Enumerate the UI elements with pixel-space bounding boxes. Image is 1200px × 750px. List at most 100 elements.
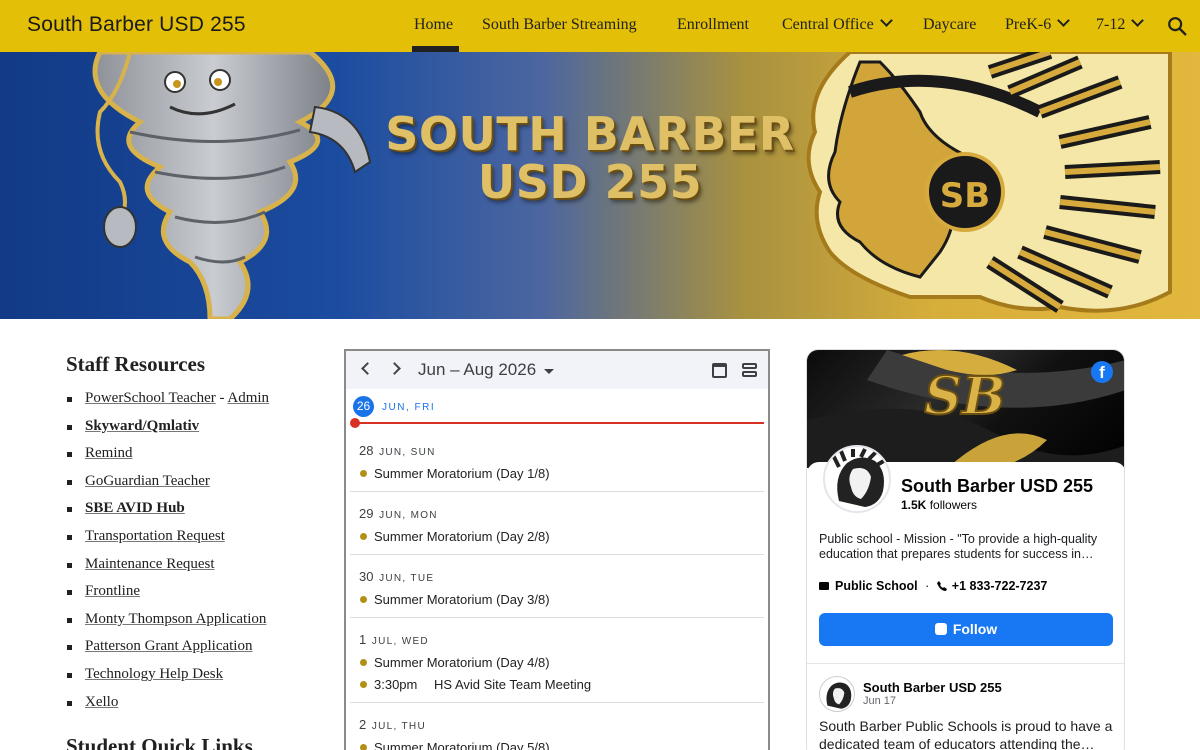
list-item: GoGuardian Teacher xyxy=(66,468,326,496)
day-of-week: JUN, TUE xyxy=(379,573,435,584)
today-label: JUN, FRI xyxy=(382,402,436,413)
list-item: PowerSchool Teacher - Admin xyxy=(66,385,326,413)
agenda-day-date: 1 JUL, WED xyxy=(359,632,429,647)
sbe-avid-hub-link[interactable]: SBE AVID Hub xyxy=(85,500,185,516)
page-avatar[interactable] xyxy=(823,445,891,513)
tornado-mascot-image xyxy=(92,52,372,319)
agenda-day-date: 28 JUN, SUN xyxy=(359,443,436,458)
facebook-follow-button[interactable]: Follow xyxy=(819,613,1113,646)
agenda-day: 29 JUN, MON Summer Moratorium (Day 2/8) xyxy=(350,492,764,555)
follow-button-label: Follow xyxy=(952,621,998,637)
facebook-followers: 1.5K followers xyxy=(901,498,977,512)
calendar-event[interactable]: Summer Moratorium (Day 3/8) xyxy=(360,592,550,607)
student-quick-links-heading: Student Quick Links xyxy=(66,734,253,750)
agenda-day: 28 JUN, SUN Summer Moratorium (Day 1/8) xyxy=(350,429,764,492)
monty-thompson-application-link[interactable]: Monty Thompson Application xyxy=(85,611,266,627)
day-number: 1 xyxy=(359,632,367,647)
calendar-event[interactable]: Summer Moratorium (Day 2/8) xyxy=(360,529,550,544)
calendar-event[interactable]: Summer Moratorium (Day 5/8) xyxy=(360,740,550,750)
calendar-month-view-icon[interactable] xyxy=(712,363,727,378)
day-of-week: JUL, WED xyxy=(371,636,429,647)
sb-medallion-text: SB xyxy=(940,176,990,216)
chevron-left-icon[interactable] xyxy=(361,362,374,375)
powerschool-teacher-link[interactable]: PowerSchool Teacher xyxy=(85,390,216,406)
event-title: Summer Moratorium (Day 2/8) xyxy=(374,529,550,544)
nav-item-7-12[interactable]: 7-12 xyxy=(1096,14,1145,34)
calendar-date-range[interactable]: Jun – Aug 2026 xyxy=(418,360,536,380)
day-number: 2 xyxy=(359,717,367,732)
hero-title: SOUTH BARBER USD 255 xyxy=(380,110,800,206)
hero-title-line-2: USD 255 xyxy=(477,155,703,209)
meta-separator: · xyxy=(925,579,930,593)
skyward-qmlativ-link[interactable]: Skyward/Qmlativ xyxy=(85,418,199,434)
calendar-event[interactable]: Summer Moratorium (Day 1/8) xyxy=(360,466,550,481)
hero-banner: SOUTH BARBER USD 255 SB xyxy=(0,52,1200,319)
list-item: Technology Help Desk xyxy=(66,661,326,689)
facebook-logo-icon[interactable]: f xyxy=(1091,361,1113,383)
nav-item-central-office-label: Central Office xyxy=(782,16,874,33)
event-color-dot xyxy=(360,659,367,666)
nav-item-enrollment[interactable]: Enrollment xyxy=(677,16,749,34)
top-navigation-bar: South Barber USD 255 Home South Barber S… xyxy=(0,0,1200,52)
post-author-name[interactable]: South Barber USD 255 xyxy=(863,680,1002,695)
maintenance-request-link[interactable]: Maintenance Request xyxy=(85,556,215,572)
staff-resources-heading: Staff Resources xyxy=(66,352,206,376)
technology-help-desk-link[interactable]: Technology Help Desk xyxy=(85,666,223,682)
divider xyxy=(807,663,1124,664)
post-author-avatar[interactable] xyxy=(819,676,855,712)
list-item: Patterson Grant Application xyxy=(66,633,326,661)
nav-item-daycare[interactable]: Daycare xyxy=(923,16,976,34)
staff-resources-list: PowerSchool Teacher - Admin Skyward/Qmla… xyxy=(66,385,326,716)
patterson-grant-application-link[interactable]: Patterson Grant Application xyxy=(85,638,252,654)
list-item: Maintenance Request xyxy=(66,551,326,579)
list-item: Skyward/Qmlativ xyxy=(66,413,326,441)
frontline-link[interactable]: Frontline xyxy=(85,583,140,599)
agenda-day-date: 2 JUL, THU xyxy=(359,717,426,732)
facebook-page-meta: Public School · +1 833-722-7237 xyxy=(819,579,1047,593)
nav-item-prek-6[interactable]: PreK-6 xyxy=(1005,14,1071,34)
powerschool-admin-link[interactable]: Admin xyxy=(227,390,269,406)
agenda-bar xyxy=(742,371,757,377)
chevron-down-icon[interactable] xyxy=(1057,14,1071,27)
current-time-line xyxy=(354,422,764,424)
facebook-page-widget: SB f South Barber USD 255 1.5K followers… xyxy=(806,349,1125,750)
chevron-down-icon[interactable] xyxy=(879,14,893,27)
nav-item-south-barber-streaming[interactable]: South Barber Streaming xyxy=(482,16,637,34)
goguardian-teacher-link[interactable]: GoGuardian Teacher xyxy=(85,473,210,489)
day-of-week: JUL, THU xyxy=(371,721,426,732)
chevron-right-icon[interactable] xyxy=(388,362,401,375)
staff-resources: Staff Resources PowerSchool Teacher - Ad… xyxy=(66,352,326,716)
list-item: Xello xyxy=(66,689,326,717)
facebook-follow-icon xyxy=(934,623,947,635)
day-of-week: JUN, SUN xyxy=(379,447,436,458)
list-item: Monty Thompson Application xyxy=(66,606,326,634)
main-nav: Home South Barber Streaming Enrollment C… xyxy=(0,0,1200,52)
agenda-view-icon[interactable] xyxy=(742,363,757,378)
search-icon[interactable] xyxy=(1166,15,1188,37)
calendar-event[interactable]: 3:30pm HS Avid Site Team Meeting xyxy=(360,677,591,692)
transportation-request-link[interactable]: Transportation Request xyxy=(85,528,225,544)
event-title: Summer Moratorium (Day 3/8) xyxy=(374,592,550,607)
event-title: Summer Moratorium (Day 4/8) xyxy=(374,655,550,670)
today-date-badge: 26 xyxy=(353,396,374,417)
post-date[interactable]: Jun 17 xyxy=(863,695,896,707)
list-item: Transportation Request xyxy=(66,523,326,551)
caret-down-icon[interactable] xyxy=(544,369,554,374)
calendar-widget: Jun – Aug 2026 26 JUN, FRI 28 JUN, SUN S… xyxy=(344,349,770,750)
cover-sb-logo: SB xyxy=(924,366,1006,427)
event-title: Summer Moratorium (Day 1/8) xyxy=(374,466,550,481)
followers-count: 1.5K xyxy=(901,498,927,512)
xello-link[interactable]: Xello xyxy=(85,694,118,710)
day-of-week: JUN, MON xyxy=(379,510,438,521)
facebook-page-name[interactable]: South Barber USD 255 xyxy=(901,476,1093,497)
remind-link[interactable]: Remind xyxy=(85,445,133,461)
page-phone[interactable]: +1 833-722-7237 xyxy=(952,579,1048,593)
nav-item-central-office[interactable]: Central Office xyxy=(782,14,893,34)
event-color-dot xyxy=(360,744,367,750)
nav-item-7-12-label: 7-12 xyxy=(1096,16,1126,33)
agenda-bar xyxy=(742,363,757,369)
list-item: SBE AVID Hub xyxy=(66,495,326,523)
chevron-down-icon[interactable] xyxy=(1131,14,1145,27)
nav-item-home[interactable]: Home xyxy=(414,16,453,34)
calendar-event[interactable]: Summer Moratorium (Day 4/8) xyxy=(360,655,550,670)
